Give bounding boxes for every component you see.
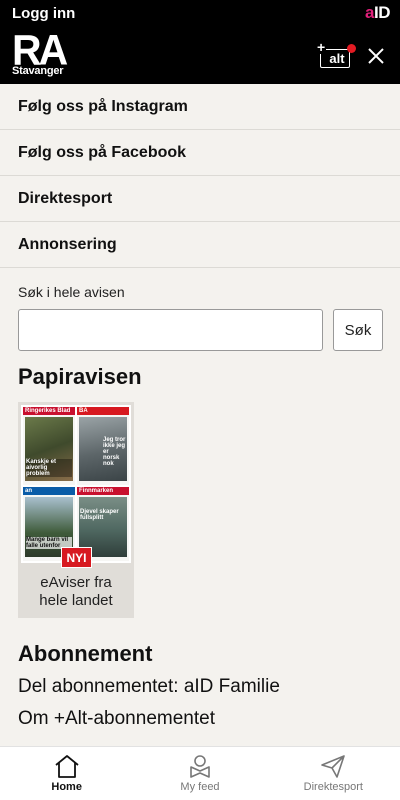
menu-item-facebook[interactable]: Følg oss på Facebook <box>0 130 400 176</box>
nav-my-feed-label: My feed <box>180 781 220 793</box>
bottom-navigation: Home My feed Direktesport <box>0 746 400 800</box>
nav-home[interactable]: Home <box>0 747 133 800</box>
abonnement-title: Abonnement <box>18 641 153 666</box>
nav-direktesport-label: Direktesport <box>303 781 363 793</box>
cover-headline: Jeg tror ikke jeg er norsk nok <box>103 437 126 467</box>
notification-dot <box>347 44 356 53</box>
eaviser-label-line2: hele landet <box>39 592 113 609</box>
menu-item-annonsering[interactable]: Annonsering <box>0 222 400 268</box>
eaviser-label-line1: eAviser fra <box>40 574 112 591</box>
search-button[interactable]: Søk <box>333 309 383 351</box>
menu-item-instagram[interactable]: Følg oss på Instagram <box>0 84 400 130</box>
user-feed-icon <box>190 755 210 778</box>
logo-main-text: RA <box>12 25 68 74</box>
new-badge: NYI <box>61 547 92 568</box>
header: RA Stavanger alt + <box>0 26 400 84</box>
nav-my-feed[interactable]: My feed <box>133 747 266 800</box>
eaviser-card[interactable]: Ringerikes Blad Kanskje et aivorlig prob… <box>18 402 134 618</box>
cover-ba: BA Jeg tror ikke jeg er norsk nok <box>77 407 129 485</box>
link-aid-familie[interactable]: Del abonnementet: aID Familie <box>18 676 280 698</box>
login-link[interactable]: Logg inn <box>12 5 75 22</box>
plus-alt-icon[interactable]: alt + <box>316 40 356 69</box>
newspaper-collage: Ringerikes Blad Kanskje et aivorlig prob… <box>21 405 131 563</box>
ra-stavanger-logo[interactable]: RA Stavanger <box>12 25 70 78</box>
close-button[interactable] <box>364 44 388 68</box>
aid-logo-id: ID <box>374 3 391 22</box>
papiravisen-title: Papiravisen <box>18 364 142 389</box>
side-menu: Følg oss på Instagram Følg oss på Facebo… <box>0 84 400 268</box>
aid-logo[interactable]: aID <box>365 3 390 23</box>
menu-item-direktesport[interactable]: Direktesport <box>0 176 400 222</box>
paper-plane-icon <box>321 755 346 778</box>
nav-home-label: Home <box>51 781 82 793</box>
cover-masthead: an <box>23 487 75 495</box>
home-icon <box>55 755 79 778</box>
nav-direktesport[interactable]: Direktesport <box>267 747 400 800</box>
search-label: Søk i hele avisen <box>18 284 125 300</box>
cover-masthead: BA <box>77 407 129 415</box>
search-input[interactable] <box>18 309 323 351</box>
eaviser-label: eAviser fra hele landet <box>18 574 134 610</box>
cover-masthead: Finnmarken <box>77 487 129 495</box>
cover-headline: Djevel skaper fullsplitt <box>80 509 119 521</box>
link-plus-alt-abonnement[interactable]: Om +Alt-abonnementet <box>18 708 215 730</box>
plus-sign: + <box>316 39 327 55</box>
cover-ringerikes-blad: Ringerikes Blad Kanskje et aivorlig prob… <box>23 407 75 485</box>
cover-headline: Kanskje et aivorlig problem <box>26 459 72 477</box>
aid-logo-a: a <box>365 3 374 22</box>
cover-masthead: Ringerikes Blad <box>23 407 75 415</box>
close-icon <box>368 48 384 64</box>
top-bar: Logg inn aID <box>0 0 400 26</box>
